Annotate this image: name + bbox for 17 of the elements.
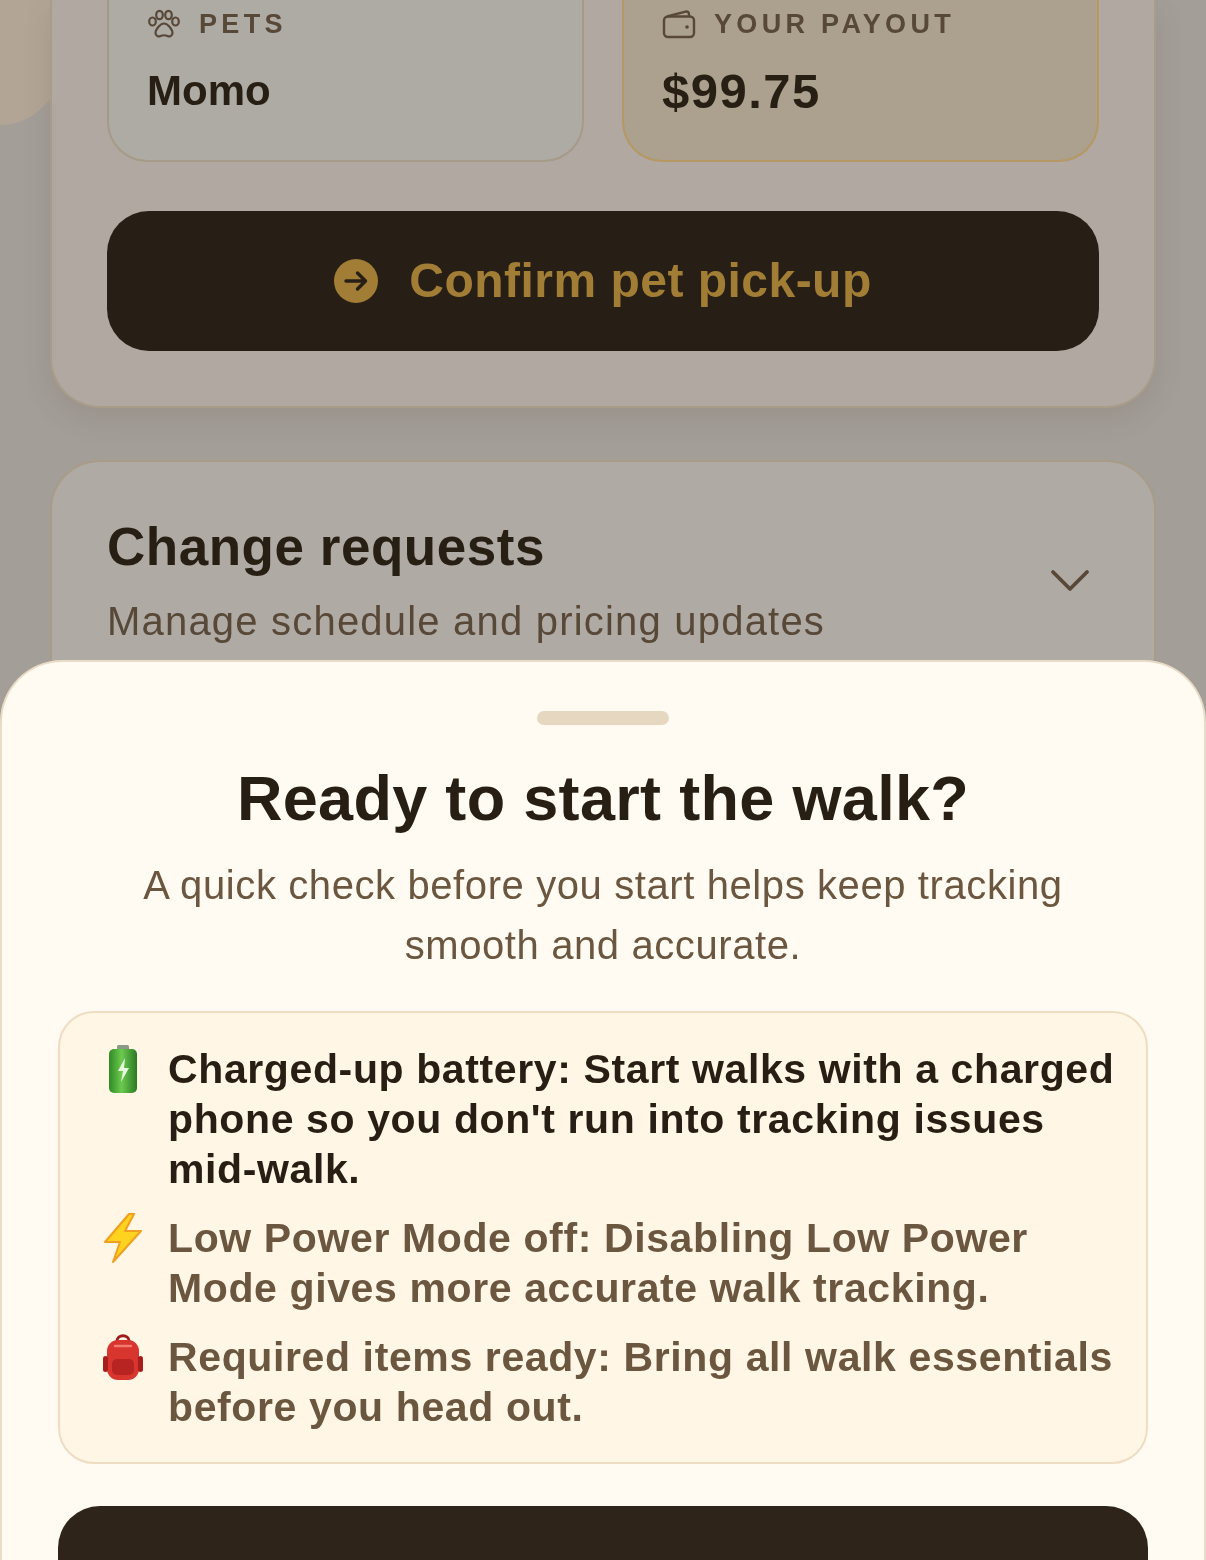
section-subtitle: Manage schedule and pricing updates xyxy=(107,598,826,644)
sheet-subtitle: A quick check before you start helps keep tracking smooth and accurate. xyxy=(142,862,1064,969)
field-value: Momo xyxy=(147,66,272,116)
arrow-circle-icon xyxy=(334,259,379,303)
field-label: PETS xyxy=(199,8,287,40)
field-label: YOUR PAYOUT xyxy=(714,8,956,40)
wallet-icon xyxy=(662,9,696,39)
checklist-item: Charged-up battery: Start walks with a charged phone so you don't run into tracking issues mid-walk. xyxy=(168,1045,1116,1194)
checklist-item: Low Power Mode off: Disabling Low Power Mode gives more accurate walk tracking. xyxy=(168,1214,1029,1313)
section-title: Change requests xyxy=(107,517,546,577)
primary-button[interactable] xyxy=(58,1506,1148,1560)
paw-icon xyxy=(147,9,181,39)
sheet-title: Ready to start the walk? xyxy=(235,762,971,834)
confirm-button[interactable]: Confirm pet pick-up xyxy=(107,211,1099,351)
field-value: $99.75 xyxy=(662,66,822,116)
checklist-item: Required items ready: Bring all walk essentials before you head out. xyxy=(168,1333,1114,1432)
drag-handle[interactable] xyxy=(537,711,669,725)
